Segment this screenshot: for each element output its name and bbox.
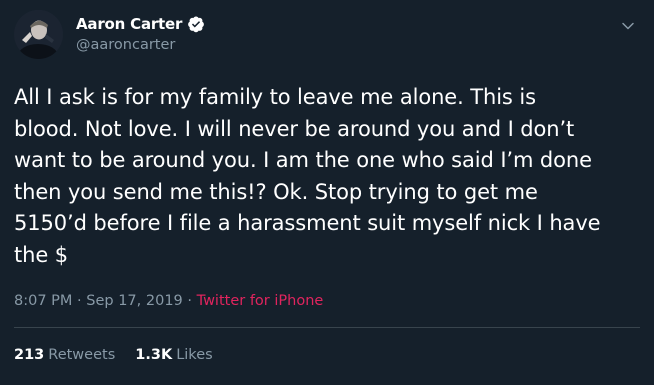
likes-label: Likes — [176, 347, 213, 363]
user-handle[interactable]: @aaroncarter — [76, 37, 175, 53]
retweets-stat[interactable]: 213 Retweets — [14, 347, 115, 363]
tweet-stats: 213 Retweets 1.3K Likes — [14, 347, 213, 363]
tweet-meta: 8:07 PM · Sep 17, 2019 · Twitter for iPh… — [14, 293, 323, 309]
tweet-time[interactable]: 8:07 PM — [14, 293, 72, 309]
tweet-source-link[interactable]: Twitter for iPhone — [197, 293, 324, 309]
retweets-count: 213 — [14, 347, 45, 363]
tweet-text: All I ask is for my family to leave me a… — [14, 85, 601, 267]
retweets-label: Retweets — [48, 347, 116, 363]
likes-count: 1.3K — [135, 347, 173, 363]
verified-badge-icon — [187, 15, 205, 33]
tweet-date[interactable]: Sep 17, 2019 — [86, 293, 183, 309]
meta-separator: · — [182, 293, 197, 309]
likes-stat[interactable]: 1.3K Likes — [135, 347, 212, 363]
chevron-down-icon[interactable] — [620, 18, 636, 34]
divider — [14, 327, 640, 328]
name-row: Aaron Carter — [76, 15, 205, 33]
display-name[interactable]: Aaron Carter — [76, 15, 182, 33]
tweet-card: Aaron Carter @aaroncarter All I ask is f… — [0, 0, 654, 385]
meta-separator: · — [72, 293, 87, 309]
avatar-image — [14, 10, 63, 59]
avatar[interactable] — [14, 10, 63, 59]
